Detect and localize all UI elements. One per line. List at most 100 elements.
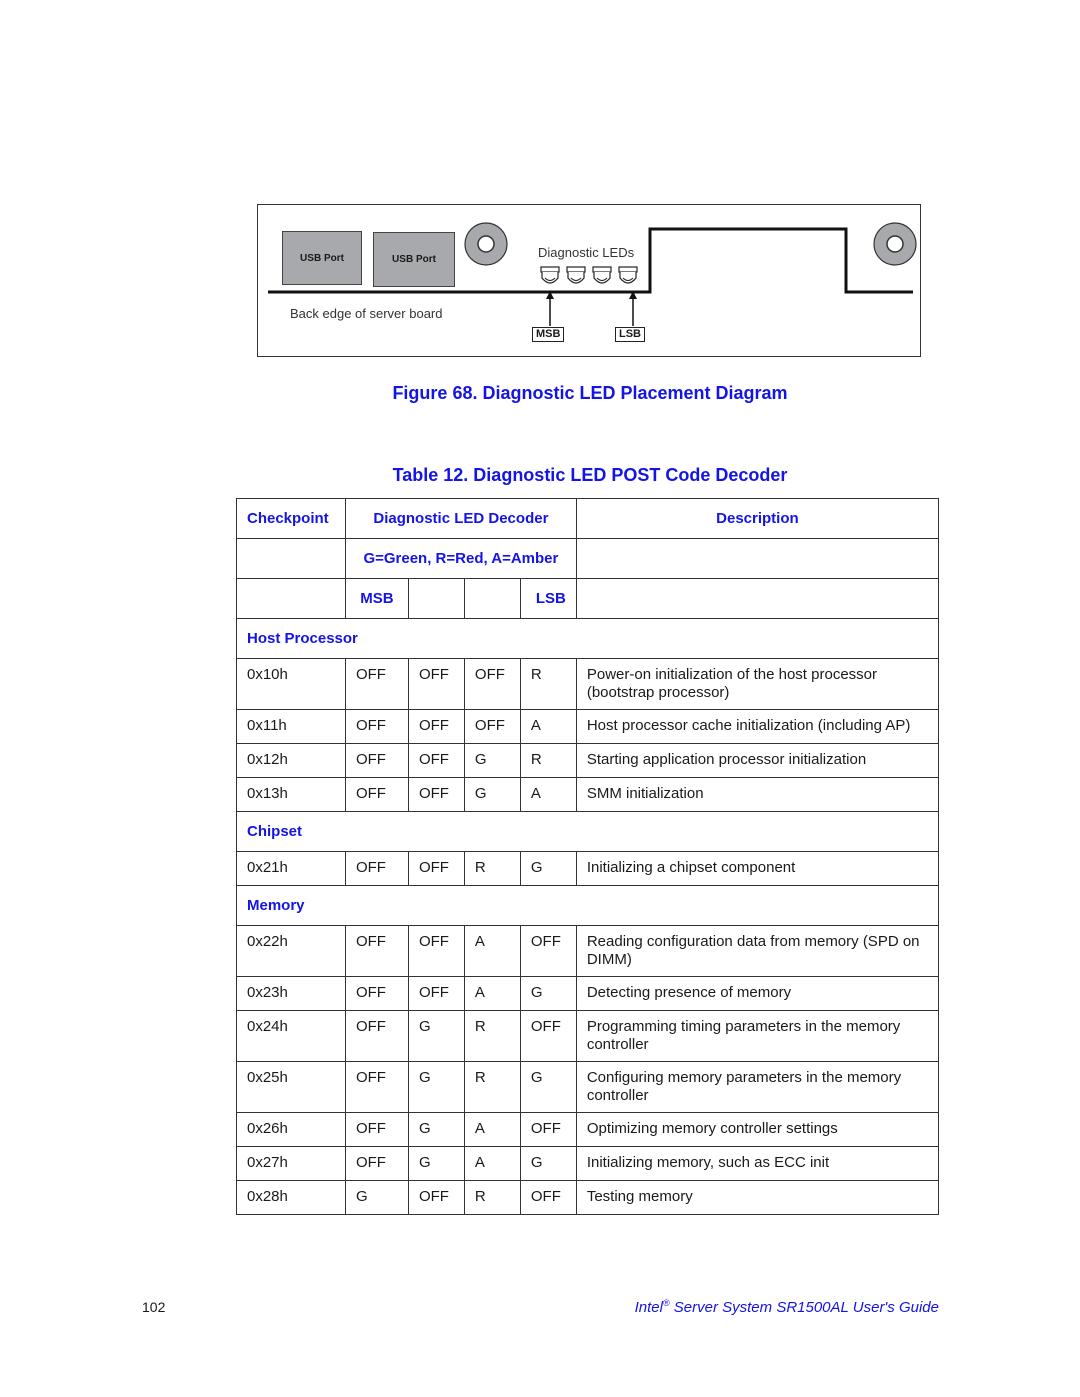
table-row: 0x12h OFF OFF G R Starting application proces… bbox=[236, 743, 940, 778]
lsb-tag: LSB bbox=[615, 327, 645, 342]
msb-tag: MSB bbox=[532, 327, 565, 342]
checkpoint-description: Programming timing parameters in the mem… bbox=[575, 1010, 940, 1062]
bit-empty-2 bbox=[407, 578, 465, 619]
led-state: OFF bbox=[344, 743, 409, 778]
checkpoint-description: Initializing a chipset component bbox=[575, 851, 940, 886]
checkpoint-code: 0x13h bbox=[236, 777, 346, 812]
section-row: Chipset bbox=[236, 811, 939, 852]
checkpoint-description: Reading configuration data from memory (… bbox=[575, 925, 940, 977]
table-row: 0x10h OFF OFF OFF R Power-on initialization o… bbox=[236, 658, 940, 710]
header-checkpoint: Checkpoint bbox=[236, 498, 346, 539]
msb-header: MSB bbox=[344, 578, 409, 619]
led-state: OFF bbox=[407, 1180, 465, 1215]
bit-order-empty-cell bbox=[236, 578, 346, 619]
led-state: OFF bbox=[519, 1010, 577, 1062]
table-row: 0x24h OFF G R OFF Programming timing paramete… bbox=[236, 1010, 940, 1062]
checkpoint-code: 0x22h bbox=[236, 925, 346, 977]
led-state: OFF bbox=[344, 658, 409, 710]
screw-icon-right bbox=[873, 222, 917, 266]
led-state: R bbox=[463, 1061, 521, 1113]
board-edge-line bbox=[268, 227, 913, 294]
led-state: R bbox=[463, 1180, 521, 1215]
table-row: 0x23h OFF OFF A G Detecting presence of memor… bbox=[236, 976, 940, 1011]
color-legend: G=Green, R=Red, A=Amber bbox=[344, 538, 577, 579]
led-placement-diagram: USB Port USB Port Diagnostic LEDs Back e… bbox=[257, 204, 921, 357]
led-state: A bbox=[463, 1146, 521, 1181]
section-title: Chipset bbox=[236, 811, 939, 852]
board-edge-label: Back edge of server board bbox=[290, 306, 443, 321]
led-state: OFF bbox=[519, 1180, 577, 1215]
checkpoint-description: Detecting presence of memory bbox=[575, 976, 940, 1011]
led-state: OFF bbox=[463, 709, 521, 744]
checkpoint-code: 0x28h bbox=[236, 1180, 346, 1215]
table-row: 0x26h OFF G A OFF Optimizing memory controlle… bbox=[236, 1112, 940, 1147]
table-row: 0x22h OFF OFF A OFF Reading configuration dat… bbox=[236, 925, 940, 977]
section-title: Memory bbox=[236, 885, 939, 926]
checkpoint-description: SMM initialization bbox=[575, 777, 940, 812]
led-state: G bbox=[407, 1061, 465, 1113]
led-state: R bbox=[519, 658, 577, 710]
bit-empty-3 bbox=[463, 578, 521, 619]
led-state: OFF bbox=[344, 976, 409, 1011]
checkpoint-description: Power-on initialization of the host proc… bbox=[575, 658, 940, 710]
led-icon bbox=[592, 266, 612, 284]
led-state: OFF bbox=[407, 925, 465, 977]
table-row: 0x28h G OFF R OFF Testing memory bbox=[236, 1180, 940, 1215]
led-state: G bbox=[519, 1061, 577, 1113]
led-icon bbox=[540, 266, 560, 284]
header-description: Description bbox=[575, 498, 940, 539]
table-row: 0x11h OFF OFF OFF A Host processor cache init… bbox=[236, 709, 940, 744]
led-state: A bbox=[519, 709, 577, 744]
checkpoint-code: 0x23h bbox=[236, 976, 346, 1011]
led-state: G bbox=[519, 976, 577, 1011]
led-state: A bbox=[463, 1112, 521, 1147]
led-state: G bbox=[519, 1146, 577, 1181]
guide-title: Server System SR1500AL User's Guide bbox=[669, 1299, 939, 1316]
led-state: OFF bbox=[519, 925, 577, 977]
led-state: OFF bbox=[519, 1112, 577, 1147]
led-state: OFF bbox=[344, 777, 409, 812]
section-title: Host Processor bbox=[236, 618, 939, 659]
led-state: OFF bbox=[407, 976, 465, 1011]
led-state: G bbox=[407, 1112, 465, 1147]
checkpoint-description: Host processor cache initialization (inc… bbox=[575, 709, 940, 744]
diagnostic-leds-group bbox=[540, 266, 638, 284]
table-row: 0x13h OFF OFF G A SMM initialization bbox=[236, 777, 940, 812]
led-state: G bbox=[407, 1146, 465, 1181]
checkpoint-description: Optimizing memory controller settings bbox=[575, 1112, 940, 1147]
led-state: OFF bbox=[344, 709, 409, 744]
document-title: Intel® Server System SR1500AL User's Gui… bbox=[635, 1298, 939, 1316]
lsb-arrow-icon bbox=[629, 291, 637, 326]
screw-icon-left bbox=[464, 222, 508, 266]
checkpoint-description: Configuring memory parameters in the mem… bbox=[575, 1061, 940, 1113]
led-state: OFF bbox=[407, 709, 465, 744]
led-state: OFF bbox=[344, 1112, 409, 1147]
post-code-decoder-table: Checkpoint Diagnostic LED Decoder Descri… bbox=[236, 498, 940, 1215]
usb-port-1: USB Port bbox=[282, 231, 362, 285]
checkpoint-code: 0x25h bbox=[236, 1061, 346, 1113]
led-state: OFF bbox=[344, 1010, 409, 1062]
led-state: G bbox=[407, 1010, 465, 1062]
bit-order-row: MSB LSB bbox=[236, 578, 940, 619]
page-number: 102 bbox=[142, 1299, 166, 1315]
table-caption: Table 12. Diagnostic LED POST Code Decod… bbox=[392, 465, 788, 485]
usb-port-2: USB Port bbox=[373, 232, 455, 287]
led-state: A bbox=[463, 925, 521, 977]
led-state: OFF bbox=[344, 851, 409, 886]
led-state: OFF bbox=[407, 658, 465, 710]
checkpoint-code: 0x12h bbox=[236, 743, 346, 778]
led-state: OFF bbox=[463, 658, 521, 710]
section-row: Host Processor bbox=[236, 618, 939, 659]
header-decoder: Diagnostic LED Decoder bbox=[344, 498, 577, 539]
led-state: OFF bbox=[344, 1146, 409, 1181]
led-state: A bbox=[519, 777, 577, 812]
checkpoint-code: 0x26h bbox=[236, 1112, 346, 1147]
led-state: G bbox=[519, 851, 577, 886]
legend-empty-cell bbox=[236, 538, 346, 579]
led-state: OFF bbox=[407, 851, 465, 886]
led-state: R bbox=[463, 1010, 521, 1062]
led-state: OFF bbox=[344, 1061, 409, 1113]
led-state: G bbox=[463, 743, 521, 778]
led-state: R bbox=[463, 851, 521, 886]
checkpoint-description: Starting application processor initializ… bbox=[575, 743, 940, 778]
